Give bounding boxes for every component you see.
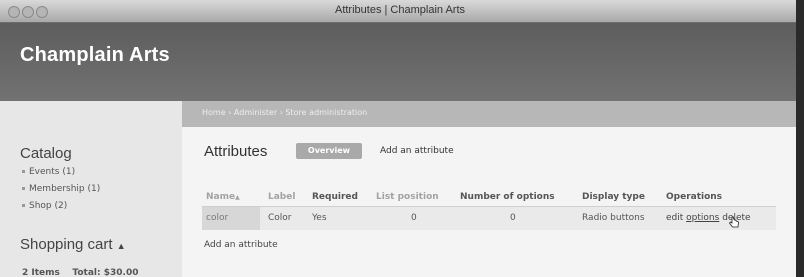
cart-summary: 2 Items Total: $30.00: [22, 268, 139, 277]
window-shadow-edge: [796, 0, 804, 277]
cell-display-type: Radio buttons: [582, 213, 645, 223]
catalog-item-events[interactable]: Events (1): [22, 167, 75, 177]
cell-name: color: [206, 213, 229, 223]
column-header-label[interactable]: Label: [268, 192, 295, 202]
window-titlebar: Attributes | Champlain Arts: [0, 0, 800, 23]
catalog-item-label[interactable]: Membership (1): [29, 184, 100, 194]
main-content: [182, 127, 796, 277]
catalog-item-shop[interactable]: Shop (2): [22, 201, 67, 211]
browser-window: Attributes | Champlain Arts Champlain Ar…: [0, 0, 800, 277]
tab-overview[interactable]: Overview: [296, 143, 362, 159]
add-attribute-link[interactable]: Add an attribute: [204, 240, 278, 250]
catalog-item-label[interactable]: Events (1): [29, 167, 75, 177]
catalog-item-membership[interactable]: Membership (1): [22, 184, 100, 194]
cart-collapse-icon[interactable]: ▲: [117, 241, 126, 251]
column-header-operations: Operations: [666, 192, 723, 202]
cell-label: Color: [268, 213, 292, 223]
bullet-icon: [22, 187, 25, 190]
page-title: Attributes: [204, 143, 268, 160]
edit-link[interactable]: edit: [666, 213, 683, 223]
hand-cursor-icon: [728, 216, 739, 228]
bullet-icon: [22, 170, 25, 173]
shopping-cart-title: Shopping cart: [20, 236, 113, 253]
column-header-number-of-options[interactable]: Number of options: [460, 192, 555, 202]
catalog-item-label[interactable]: Shop (2): [29, 201, 67, 211]
breadcrumb[interactable]: Home › Administer › Store administration: [202, 108, 367, 117]
cell-number-of-options: 0: [510, 213, 516, 223]
cell-required: Yes: [312, 213, 327, 223]
column-header-name[interactable]: Name▲: [206, 192, 240, 202]
bullet-icon: [22, 204, 25, 207]
shopping-cart-heading: Shopping cart ▲: [20, 236, 126, 253]
site-name[interactable]: Champlain Arts: [20, 44, 170, 67]
column-header-required[interactable]: Required: [312, 192, 358, 202]
column-header-name-label[interactable]: Name: [206, 192, 235, 202]
catalog-heading: Catalog: [20, 145, 72, 162]
window-title: Attributes | Champlain Arts: [334, 4, 466, 16]
options-link[interactable]: options: [686, 213, 719, 223]
column-header-display-type[interactable]: Display type: [582, 192, 645, 202]
sort-ascending-icon: ▲: [235, 194, 240, 201]
column-header-list-position[interactable]: List position: [376, 192, 439, 202]
cell-list-position: 0: [411, 213, 417, 223]
tab-add-attribute[interactable]: Add an attribute: [380, 146, 454, 156]
